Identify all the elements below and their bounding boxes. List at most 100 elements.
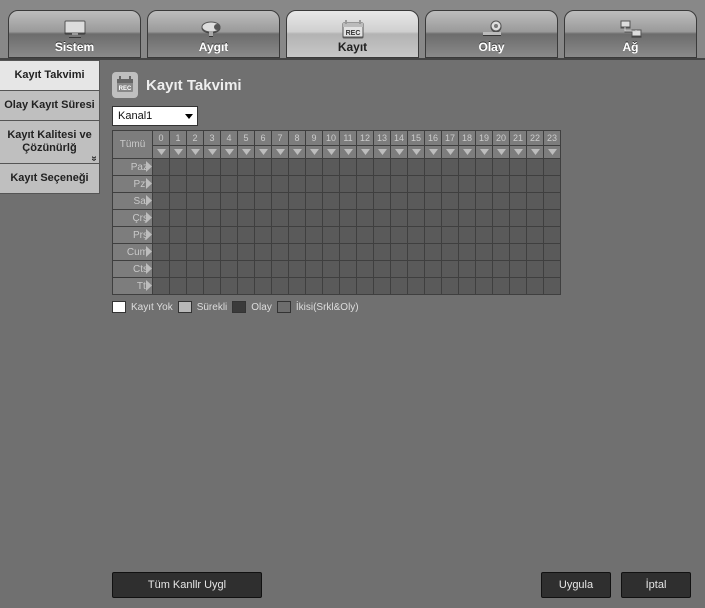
schedule-cell[interactable]	[459, 176, 476, 193]
sidebar-item[interactable]: Olay Kayıt Süresi	[0, 91, 100, 121]
schedule-cell[interactable]	[476, 193, 493, 210]
schedule-cell[interactable]	[357, 159, 374, 176]
hour-select-arrow[interactable]	[544, 146, 561, 159]
schedule-cell[interactable]	[374, 210, 391, 227]
schedule-cell[interactable]	[255, 278, 272, 295]
schedule-cell[interactable]	[323, 159, 340, 176]
schedule-cell[interactable]	[391, 176, 408, 193]
schedule-cell[interactable]	[221, 210, 238, 227]
schedule-cell[interactable]	[204, 193, 221, 210]
hour-select-arrow[interactable]	[255, 146, 272, 159]
schedule-cell[interactable]	[544, 261, 561, 278]
day-header[interactable]: Cts	[113, 261, 153, 278]
hour-header[interactable]: 21	[510, 131, 527, 146]
schedule-cell[interactable]	[340, 244, 357, 261]
schedule-cell[interactable]	[357, 278, 374, 295]
schedule-cell[interactable]	[221, 176, 238, 193]
hour-header[interactable]: 22	[527, 131, 544, 146]
hour-select-arrow[interactable]	[153, 146, 170, 159]
schedule-cell[interactable]	[289, 159, 306, 176]
schedule-cell[interactable]	[221, 278, 238, 295]
tab-sistem[interactable]: Sistem	[8, 10, 141, 58]
schedule-cell[interactable]	[391, 193, 408, 210]
schedule-cell[interactable]	[306, 244, 323, 261]
schedule-cell[interactable]	[391, 210, 408, 227]
schedule-cell[interactable]	[544, 159, 561, 176]
tab-aygıt[interactable]: Aygıt	[147, 10, 280, 58]
schedule-cell[interactable]	[476, 159, 493, 176]
hour-select-arrow[interactable]	[221, 146, 238, 159]
schedule-cell[interactable]	[408, 244, 425, 261]
schedule-cell[interactable]	[442, 244, 459, 261]
schedule-cell[interactable]	[323, 193, 340, 210]
schedule-cell[interactable]	[527, 159, 544, 176]
hour-header[interactable]: 6	[255, 131, 272, 146]
schedule-cell[interactable]	[425, 193, 442, 210]
schedule-cell[interactable]	[527, 176, 544, 193]
schedule-cell[interactable]	[153, 193, 170, 210]
schedule-cell[interactable]	[493, 193, 510, 210]
schedule-cell[interactable]	[391, 227, 408, 244]
schedule-cell[interactable]	[374, 261, 391, 278]
schedule-cell[interactable]	[221, 261, 238, 278]
schedule-cell[interactable]	[238, 159, 255, 176]
hour-select-arrow[interactable]	[459, 146, 476, 159]
sidebar-item[interactable]: Kayıt Takvimi	[0, 60, 100, 91]
schedule-cell[interactable]	[204, 261, 221, 278]
schedule-cell[interactable]	[408, 227, 425, 244]
hour-select-arrow[interactable]	[323, 146, 340, 159]
hour-select-arrow[interactable]	[510, 146, 527, 159]
hour-select-arrow[interactable]	[170, 146, 187, 159]
schedule-cell[interactable]	[170, 227, 187, 244]
schedule-cell[interactable]	[391, 278, 408, 295]
schedule-cell[interactable]	[306, 261, 323, 278]
schedule-cell[interactable]	[459, 278, 476, 295]
hour-header[interactable]: 0	[153, 131, 170, 146]
day-header[interactable]: Prş	[113, 227, 153, 244]
tab-olay[interactable]: Olay	[425, 10, 558, 58]
hour-header[interactable]: 3	[204, 131, 221, 146]
schedule-cell[interactable]	[408, 210, 425, 227]
schedule-cell[interactable]	[510, 244, 527, 261]
schedule-cell[interactable]	[289, 244, 306, 261]
schedule-cell[interactable]	[238, 176, 255, 193]
schedule-cell[interactable]	[238, 210, 255, 227]
schedule-cell[interactable]	[238, 261, 255, 278]
day-header[interactable]: Paz	[113, 159, 153, 176]
schedule-cell[interactable]	[187, 261, 204, 278]
schedule-cell[interactable]	[510, 261, 527, 278]
all-header[interactable]: Tümü	[113, 131, 153, 159]
schedule-cell[interactable]	[187, 159, 204, 176]
schedule-cell[interactable]	[357, 193, 374, 210]
schedule-cell[interactable]	[340, 278, 357, 295]
schedule-cell[interactable]	[170, 244, 187, 261]
hour-header[interactable]: 5	[238, 131, 255, 146]
schedule-cell[interactable]	[221, 227, 238, 244]
schedule-cell[interactable]	[323, 227, 340, 244]
hour-select-arrow[interactable]	[357, 146, 374, 159]
schedule-cell[interactable]	[493, 278, 510, 295]
schedule-cell[interactable]	[323, 244, 340, 261]
schedule-cell[interactable]	[340, 193, 357, 210]
schedule-cell[interactable]	[170, 176, 187, 193]
schedule-cell[interactable]	[306, 278, 323, 295]
schedule-cell[interactable]	[153, 244, 170, 261]
schedule-cell[interactable]	[544, 176, 561, 193]
schedule-cell[interactable]	[459, 227, 476, 244]
day-header[interactable]: Sal	[113, 193, 153, 210]
hour-select-arrow[interactable]	[289, 146, 306, 159]
schedule-cell[interactable]	[425, 176, 442, 193]
schedule-cell[interactable]	[493, 261, 510, 278]
schedule-cell[interactable]	[374, 176, 391, 193]
schedule-cell[interactable]	[459, 244, 476, 261]
schedule-cell[interactable]	[544, 210, 561, 227]
schedule-cell[interactable]	[391, 244, 408, 261]
schedule-cell[interactable]	[442, 227, 459, 244]
schedule-cell[interactable]	[544, 278, 561, 295]
schedule-cell[interactable]	[204, 278, 221, 295]
schedule-cell[interactable]	[272, 210, 289, 227]
schedule-cell[interactable]	[187, 227, 204, 244]
schedule-cell[interactable]	[204, 159, 221, 176]
schedule-cell[interactable]	[408, 176, 425, 193]
schedule-cell[interactable]	[238, 278, 255, 295]
